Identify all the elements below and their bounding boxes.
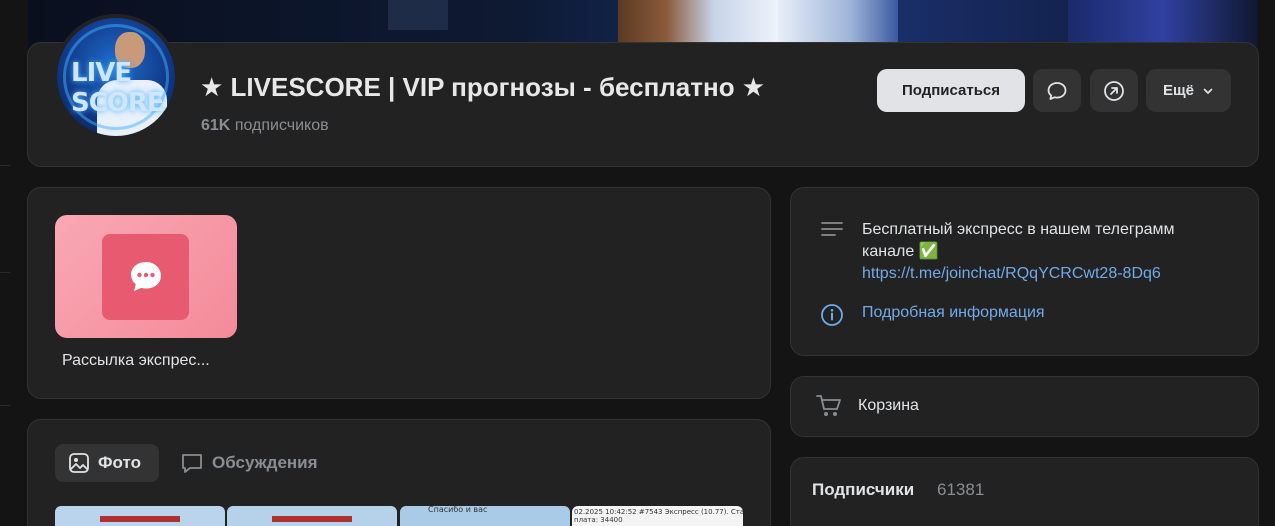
more-info-link[interactable]: Подробная информация [862,304,1045,322]
avatar-logo-text: LIVE SCORE [71,58,165,118]
chevron-down-icon [1203,88,1213,94]
photo-thumbnail[interactable] [227,506,397,526]
photo-thumbnail[interactable] [55,506,225,526]
message-icon [1047,81,1067,100]
description-line-2: канале ✅ [862,243,939,260]
text-lines-icon [821,222,843,236]
thumbnail-text: Спасибо и вас [428,506,488,514]
subscribers-summary[interactable]: 61K подписчиков [201,117,329,135]
discussion-icon [182,454,202,473]
subscribers-label: подписчиков [234,117,329,134]
avatar[interactable]: LIVE SCORE [53,14,179,140]
description-line-1: Бесплатный экспресс в нашем телеграмм [862,221,1175,238]
telegram-link[interactable]: https://t.me/joinchat/RQqYCRCwt28-8Dq6 [862,263,1242,285]
photo-thumbnail[interactable]: 02.2025 10:42:52 #7543 Экспресс (10.77).… [572,506,743,526]
subscribers-title[interactable]: Подписчики [812,480,914,500]
cart-label[interactable]: Корзина [858,397,919,415]
more-button[interactable]: Ещё [1146,69,1231,112]
tab-discussions[interactable]: Обсуждения [180,444,318,482]
left-strip [0,0,10,526]
chat-bubble-icon [102,234,189,320]
subscribe-button[interactable]: Подписаться [877,69,1025,112]
thumbnail-text: плата: 34400 [574,516,623,524]
info-icon [821,304,843,326]
community-description: Бесплатный экспресс в нашем телеграмм ка… [862,219,1242,285]
tab-photos[interactable]: Фото [55,444,159,482]
more-label: Ещё [1162,82,1194,99]
page-title: ★ LIVESCORE | VIP прогнозы - бесплатно ★ [200,72,766,102]
thumbnail-text: 02.2025 10:42:52 #7543 Экспресс (10.77).… [574,508,743,516]
tab-discussions-label: Обсуждения [212,453,318,472]
subscribers-total: 61381 [937,480,985,499]
subscribers-count: 61K [201,117,231,134]
cart-icon [816,395,841,416]
service-tile-label[interactable]: Рассылка экспрес... [62,352,210,370]
share-icon [1104,80,1124,101]
photo-thumbnail[interactable]: Спасибо и вас [400,506,570,526]
message-button[interactable] [1033,69,1081,112]
tab-photos-label: Фото [98,453,141,472]
photo-icon [69,453,89,473]
share-button[interactable] [1090,69,1138,112]
